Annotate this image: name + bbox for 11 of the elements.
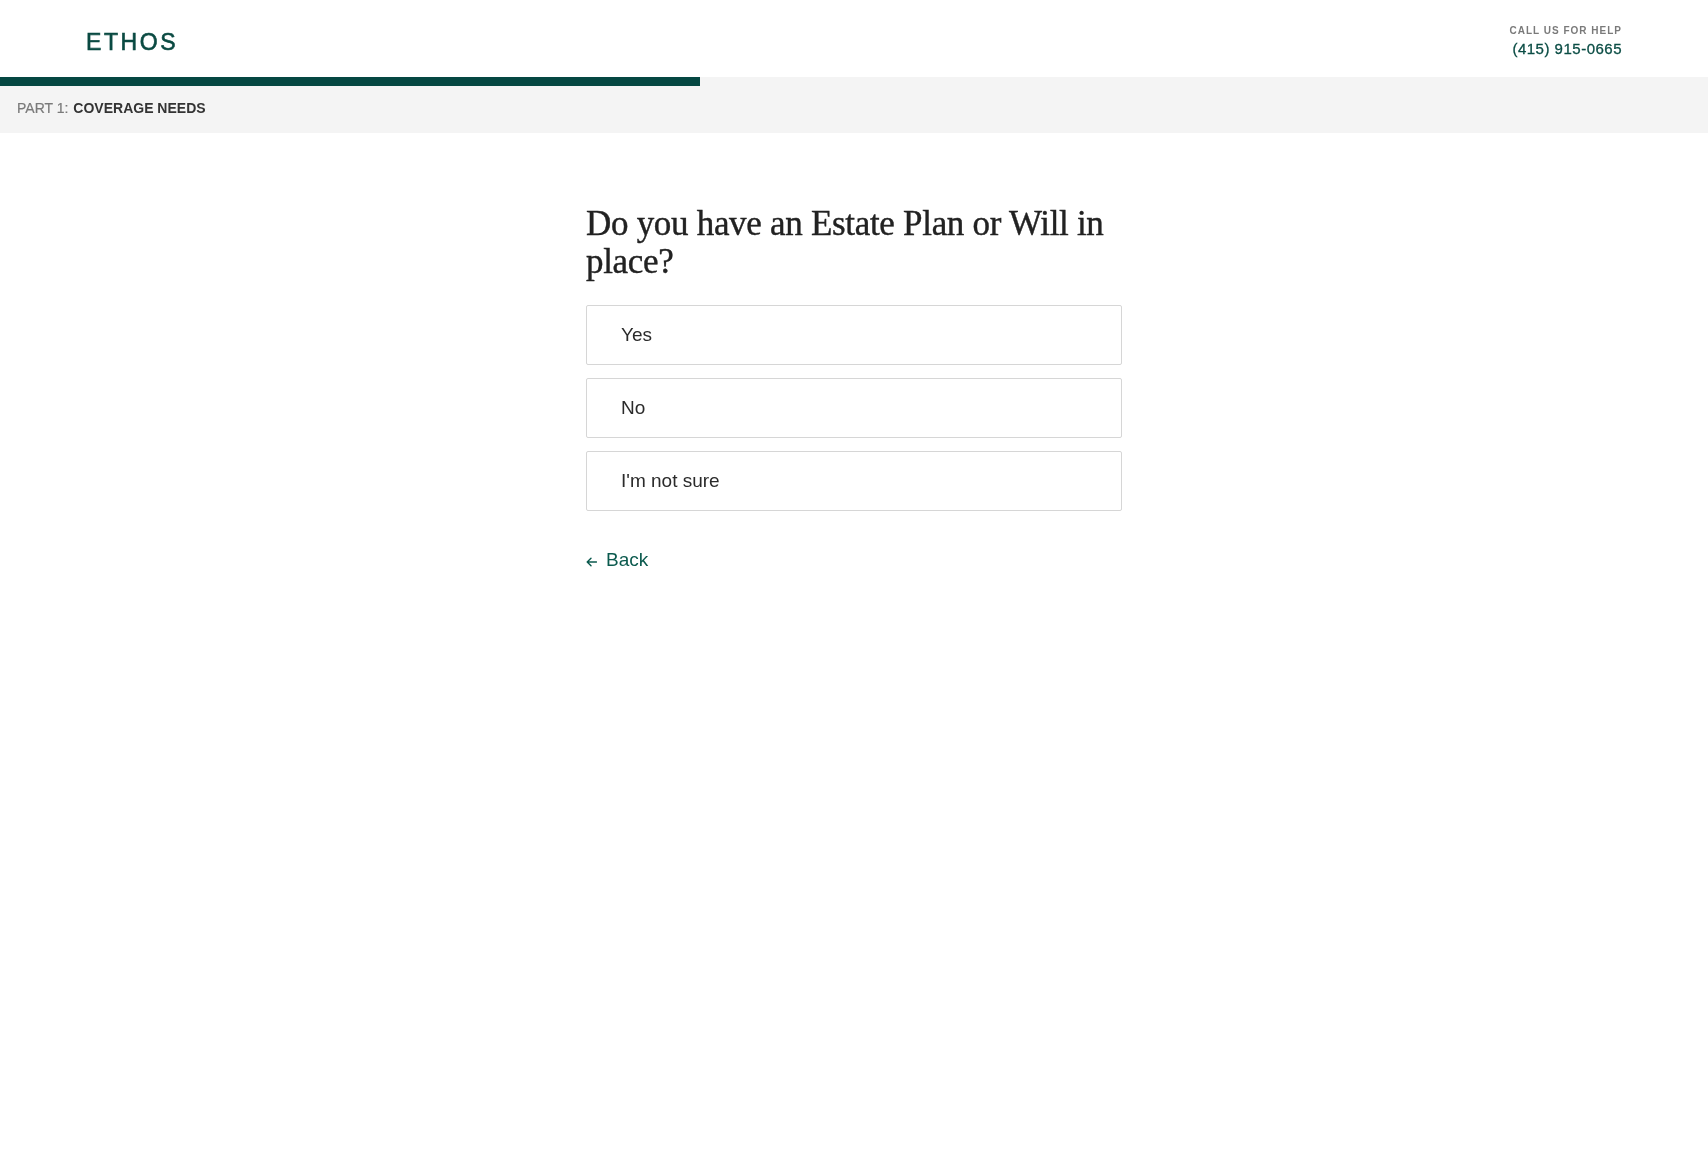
phone-link[interactable]: (415) 915-0665 <box>1512 39 1622 58</box>
back-link[interactable]: Back <box>586 549 649 571</box>
section-part-label: PART 1: <box>17 100 69 116</box>
arrow-left-icon <box>586 556 597 567</box>
answer-option[interactable]: Yes <box>586 305 1122 365</box>
question-title: Do you have an Estate Plan or Will in place? <box>586 205 1105 281</box>
help-label: CALL US FOR HELP <box>1509 24 1622 37</box>
answer-option[interactable]: I'm not sure <box>586 451 1122 511</box>
answer-option[interactable]: No <box>586 378 1122 438</box>
ethos-logo[interactable]: ETHOS <box>86 30 179 54</box>
section-name-label: COVERAGE NEEDS <box>73 100 206 116</box>
